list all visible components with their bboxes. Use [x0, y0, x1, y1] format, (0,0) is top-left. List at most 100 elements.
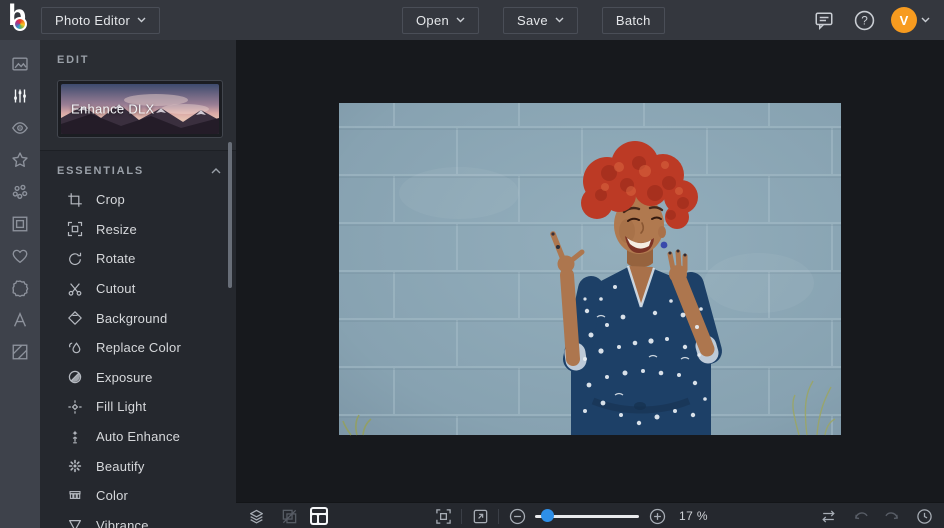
avatar: V	[891, 7, 917, 33]
zoom-slider[interactable]	[535, 503, 639, 528]
tool-item-fill-light[interactable]: Fill Light	[40, 392, 236, 422]
tool-item-cutout[interactable]: Cutout	[40, 274, 236, 304]
transform-squares-icon	[281, 508, 298, 525]
help-icon: ?	[854, 10, 875, 31]
tool-item-rotate[interactable]: Rotate	[40, 244, 236, 274]
tool-item-resize[interactable]: Resize	[40, 215, 236, 245]
redo-button[interactable]	[880, 504, 904, 528]
app-switcher-button[interactable]: Photo Editor	[41, 7, 160, 34]
compare-button[interactable]	[816, 504, 840, 528]
layers-button[interactable]	[244, 504, 268, 528]
tool-item-replace-color[interactable]: Replace Color	[40, 333, 236, 363]
essentials-section-header[interactable]: ESSENTIALS	[40, 151, 236, 185]
zoom-slider-knob[interactable]	[541, 509, 554, 522]
graphics-heart-icon	[11, 247, 29, 265]
zoom-percent-label: 17 %	[679, 509, 708, 523]
rail-touchup-button[interactable]	[0, 112, 40, 144]
vibrance-triangle-icon	[67, 517, 83, 528]
open-new-window-icon	[472, 508, 489, 525]
overlays-badge-icon	[11, 279, 29, 297]
enhance-dlx-card[interactable]: Enhance DLX	[57, 80, 223, 138]
chevron-down-icon	[921, 17, 930, 23]
tool-item-background[interactable]: Background	[40, 303, 236, 333]
crop-icon	[67, 192, 83, 208]
canvas-area	[236, 40, 944, 502]
chevron-up-icon	[211, 168, 221, 174]
auto-enhance-icon	[67, 429, 83, 445]
file-actions: Open Save Batch	[402, 0, 665, 40]
help-button[interactable]: ?	[851, 7, 877, 33]
compare-arrows-icon	[820, 508, 837, 525]
rail-effects-button[interactable]	[0, 144, 40, 176]
rotate-icon	[67, 251, 83, 267]
rail-text-button[interactable]	[0, 304, 40, 336]
fit-screen-button[interactable]	[431, 504, 455, 528]
essentials-header-label: ESSENTIALS	[57, 165, 144, 177]
history-clock-icon	[916, 508, 933, 525]
transform-button[interactable]	[277, 504, 301, 528]
textures-icon	[11, 343, 29, 361]
artsy-dots-icon	[11, 183, 29, 201]
rail-overlays-button[interactable]	[0, 272, 40, 304]
chevron-down-icon	[137, 17, 146, 23]
chevron-down-icon	[456, 17, 465, 23]
batch-button[interactable]: Batch	[602, 7, 665, 34]
app-title: Photo Editor	[55, 13, 130, 28]
panel-scrollbar[interactable]	[228, 142, 232, 288]
bottombar-right-group	[816, 503, 936, 528]
zoom-controls: 17 %	[431, 503, 708, 528]
left-icon-rail	[0, 40, 40, 528]
brand-logo[interactable]: b	[8, 4, 32, 36]
rail-frames-button[interactable]	[0, 208, 40, 240]
rail-image-editor-button[interactable]	[0, 48, 40, 80]
save-button[interactable]: Save	[503, 7, 578, 34]
tool-item-color[interactable]: Color	[40, 481, 236, 511]
beautify-flower-icon	[67, 458, 83, 474]
image-editor-icon	[11, 55, 29, 73]
droplet-icon	[67, 340, 83, 356]
tool-item-crop[interactable]: Crop	[40, 185, 236, 215]
chevron-down-icon	[555, 17, 564, 23]
layout-template-icon	[312, 509, 326, 523]
top-bar: b Photo Editor Open Save Batch	[0, 0, 944, 40]
rail-artsy-button[interactable]	[0, 176, 40, 208]
photo-image[interactable]	[339, 103, 841, 435]
color-swatches-icon	[67, 488, 83, 504]
scissors-icon	[67, 281, 83, 297]
zoom-out-icon	[509, 508, 526, 525]
svg-text:?: ?	[861, 13, 868, 27]
open-new-window-button[interactable]	[468, 504, 492, 528]
open-button[interactable]: Open	[402, 7, 479, 34]
fill-light-icon	[67, 399, 83, 415]
tool-item-exposure[interactable]: Exposure	[40, 363, 236, 393]
essentials-tool-list: Crop Resize Rotate	[40, 185, 236, 528]
account-menu[interactable]: V	[891, 7, 930, 33]
rail-graphics-button[interactable]	[0, 240, 40, 272]
color-wheel-icon	[13, 17, 27, 31]
photo-editor-app: b Photo Editor Open Save Batch	[0, 0, 944, 528]
resize-icon	[67, 221, 83, 237]
history-button[interactable]	[912, 504, 936, 528]
tool-item-beautify[interactable]: Beautify	[40, 451, 236, 481]
zoom-in-button[interactable]	[645, 504, 669, 528]
exposure-icon	[67, 369, 83, 385]
layout-template-button[interactable]	[310, 507, 328, 525]
rail-edit-adjustments-button[interactable]	[0, 80, 40, 112]
tool-item-vibrance[interactable]: Vibrance	[40, 511, 236, 528]
undo-button[interactable]	[848, 504, 872, 528]
tool-item-auto-enhance[interactable]: Auto Enhance	[40, 422, 236, 452]
text-icon	[11, 311, 29, 329]
zoom-in-icon	[649, 508, 666, 525]
undo-icon	[852, 508, 869, 525]
divider	[498, 509, 499, 524]
touchup-eye-icon	[11, 119, 29, 137]
zoom-out-button[interactable]	[505, 504, 529, 528]
edit-panel: EDIT	[40, 40, 236, 528]
edit-panel-header-section: EDIT	[40, 40, 236, 151]
bottombar-left-group	[244, 503, 328, 528]
enhance-dlx-label: Enhance DLX	[71, 102, 155, 117]
edit-header: EDIT	[57, 54, 236, 66]
rail-textures-button[interactable]	[0, 336, 40, 368]
feedback-button[interactable]	[811, 7, 837, 33]
redo-icon	[884, 508, 901, 525]
